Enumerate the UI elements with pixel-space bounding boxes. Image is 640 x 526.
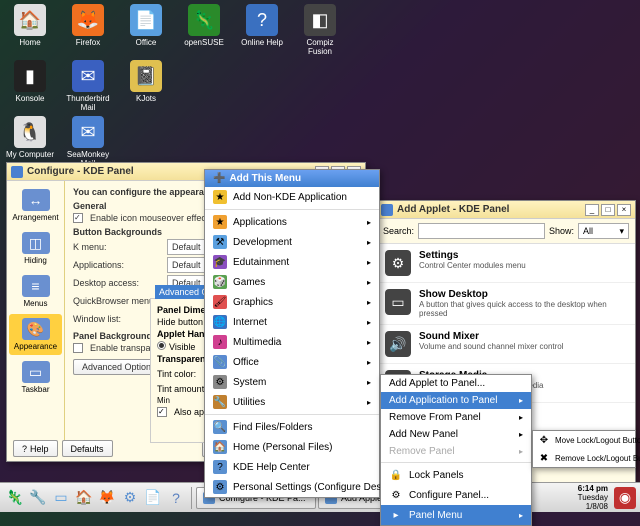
desktop-icon-thunderbird[interactable]: ✉Thunderbird Mail (62, 60, 114, 112)
minimize-button[interactable]: _ (585, 204, 599, 216)
desktop-icon-firefox[interactable]: 🦊Firefox (62, 4, 114, 56)
window-title: Add Applet - KDE Panel (397, 204, 583, 215)
menu-cat-system[interactable]: ⚙System▸ (205, 372, 379, 392)
cfg-cat-hiding[interactable]: ◫Hiding (9, 228, 62, 269)
menu-cat-internet[interactable]: 🌐Internet▸ (205, 312, 379, 332)
launcher-firefox[interactable]: 🦊 (96, 487, 118, 509)
panel-context-menu: Add Applet to Panel...Add Application to… (380, 374, 532, 526)
ctx-item[interactable]: ⚙Configure Panel... (381, 485, 531, 505)
cfg-cat-arrangement[interactable]: ↔Arrangement (9, 185, 62, 226)
cfg-cat-menus[interactable]: ≡Menus (9, 271, 62, 312)
tray-suse-icon[interactable]: ◉ (614, 487, 636, 509)
cfg-cat-appearance[interactable]: 🎨Appearance (9, 314, 62, 355)
mouseover-checkbox[interactable] (73, 213, 83, 223)
desktop-icon-my-computer[interactable]: 🐧My Computer (4, 116, 56, 168)
menu-cat-edutainment[interactable]: 🎓Edutainment▸ (205, 252, 379, 272)
launcher-ooo[interactable]: 📄 (142, 487, 164, 509)
transparency-checkbox[interactable] (73, 343, 83, 353)
ctx-item[interactable]: Add New Panel▸ (381, 426, 531, 443)
launcher-kmenu[interactable]: 🦎 (4, 487, 26, 509)
add-nonkde-item[interactable]: ★Add Non-KDE Application (205, 187, 379, 207)
launcher-help[interactable]: ? (165, 487, 187, 509)
clock[interactable]: 6:14 pm Tuesday 1/8/08 (578, 484, 612, 511)
sub-item[interactable]: ✥Move Lock/Logout Buttons (533, 431, 635, 449)
search-input[interactable] (418, 223, 545, 239)
launcher-tools[interactable]: 🔧 (27, 487, 49, 509)
desktop-icon-kjots[interactable]: 📓KJots (120, 60, 172, 112)
desktop-icon-online-help[interactable]: ?Online Help (236, 4, 288, 56)
applet-settings[interactable]: ⚙SettingsControl Center modules menu (377, 244, 635, 283)
menu-cat-multimedia[interactable]: ♪Multimedia▸ (205, 332, 379, 352)
maximize-button[interactable]: □ (601, 204, 615, 216)
add-menu-popup: ➕Add This Menu ★Add Non-KDE Application … (204, 169, 380, 498)
search-label: Search: (383, 226, 414, 236)
menu-cat-graphics[interactable]: 🖌Graphics▸ (205, 292, 379, 312)
ctx-item[interactable]: 🔒Lock Panels (381, 465, 531, 485)
lock-logout-submenu: ✥Move Lock/Logout Buttons✖Remove Lock/Lo… (532, 430, 636, 468)
desktop-icon-opensuse[interactable]: 🦎openSUSE (178, 4, 230, 56)
sub-item[interactable]: ✖Remove Lock/Logout Buttons (533, 449, 635, 467)
addapplet-titlebar[interactable]: Add Applet - KDE Panel _ □ × (377, 201, 635, 219)
applet-show-desktop[interactable]: ▭Show DesktopA button that gives quick a… (377, 283, 635, 325)
window-icon (11, 166, 23, 178)
show-select[interactable]: All▾ (578, 223, 629, 239)
close-button[interactable]: × (617, 204, 631, 216)
desktop-icon-konsole[interactable]: ▮Konsole (4, 60, 56, 112)
menu-cat-office[interactable]: 📎Office▸ (205, 352, 379, 372)
help-button[interactable]: ?Help (13, 440, 58, 457)
defaults-button[interactable]: Defaults (62, 440, 113, 457)
desktop-icon-blank (178, 60, 230, 112)
menu-item[interactable]: ?KDE Help Center (205, 457, 379, 477)
menu-cat-utilities[interactable]: 🔧Utilities▸ (205, 392, 379, 412)
menu-item[interactable]: 🔍Find Files/Folders (205, 417, 379, 437)
menu-cat-development[interactable]: ⚒Development▸ (205, 232, 379, 252)
menu-cat-games[interactable]: 🎲Games▸ (205, 272, 379, 292)
desktop-icon-blank (294, 60, 346, 112)
desktop-icon-compiz[interactable]: ◧Compiz Fusion (294, 4, 346, 56)
ctx-item[interactable]: Add Applet to Panel... (381, 375, 531, 392)
popup-header: ➕Add This Menu (205, 170, 379, 187)
visible-radio[interactable] (157, 341, 166, 350)
ctx-item: Remove Panel▸ (381, 443, 531, 460)
launcher-desktop[interactable]: ▭ (50, 487, 72, 509)
menu-item[interactable]: 🏠Home (Personal Files) (205, 437, 379, 457)
window-icon (381, 204, 393, 216)
cfg-cat-taskbar[interactable]: ▭Taskbar (9, 357, 62, 398)
desktop-icon-home[interactable]: 🏠Home (4, 4, 56, 56)
desktop-icon-blank (236, 60, 288, 112)
show-label: Show: (549, 226, 574, 236)
launcher-home[interactable]: 🏠 (73, 487, 95, 509)
applet-sound-mixer[interactable]: 🔊Sound MixerVolume and sound channel mix… (377, 325, 635, 364)
ctx-item[interactable]: Remove From Panel▸ (381, 409, 531, 426)
menu-cat-applications[interactable]: ★Applications▸ (205, 212, 379, 232)
launcher-konq[interactable]: ⚙ (119, 487, 141, 509)
menu-item[interactable]: ⚙Personal Settings (Configure Desktop) (205, 477, 379, 497)
apply-all-checkbox[interactable] (157, 407, 167, 417)
ctx-item[interactable]: Add Application to Panel▸ (381, 392, 531, 409)
ctx-item[interactable]: ▸Panel Menu▸ (381, 505, 531, 525)
desktop-icon-seamonkey[interactable]: ✉SeaMonkey Mail (62, 116, 114, 168)
desktop-icon-office[interactable]: 📄Office (120, 4, 172, 56)
